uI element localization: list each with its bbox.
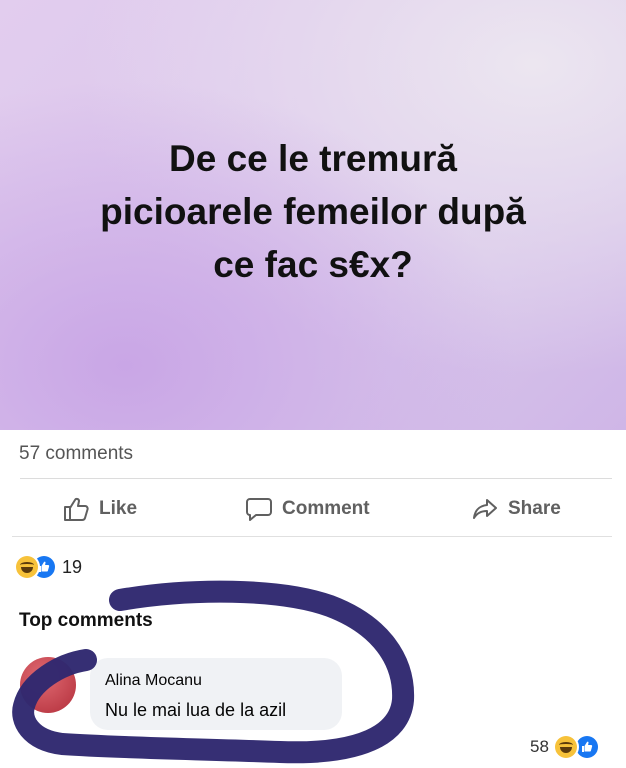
reactions-count: 19 [62, 556, 83, 577]
haha-icon [554, 736, 577, 758]
post-text-line: ce fac s€x? [213, 244, 413, 285]
share-arrow-icon [471, 496, 499, 522]
comment-reactions-count: 58 [530, 737, 549, 756]
comment-author[interactable]: Alina Mocanu [105, 672, 202, 690]
like-label: Like [99, 498, 138, 519]
comment-bubble: Alina Mocanu Nu le mai lua de la azil [90, 658, 342, 730]
comments-count-link[interactable]: 57 comments [19, 443, 133, 465]
share-label: Share [508, 498, 561, 519]
haha-icon [16, 556, 38, 578]
reactions-summary[interactable]: 19 [16, 556, 82, 578]
divider [20, 478, 612, 479]
post-text-line: picioarele femeilor după [100, 191, 526, 232]
comment-text: Nu le mai lua de la azil [105, 700, 287, 720]
avatar[interactable] [20, 657, 76, 713]
comment-reactions[interactable]: 58 [530, 736, 598, 758]
divider [12, 536, 612, 537]
like-button[interactable]: Like [62, 494, 137, 524]
post-text-line: De ce le tremură [169, 138, 457, 179]
post-text: De ce le tremură picioarele femeilor dup… [40, 132, 586, 291]
comment-label: Comment [282, 498, 370, 519]
share-button[interactable]: Share [471, 494, 561, 524]
like-icon [575, 736, 598, 758]
top-comments-filter[interactable]: Top comments [19, 610, 153, 632]
comment-button[interactable]: Comment [245, 494, 370, 524]
speech-bubble-icon [245, 496, 273, 522]
post-image-card[interactable]: De ce le tremură picioarele femeilor dup… [0, 0, 626, 430]
thumbs-up-icon [62, 496, 90, 522]
